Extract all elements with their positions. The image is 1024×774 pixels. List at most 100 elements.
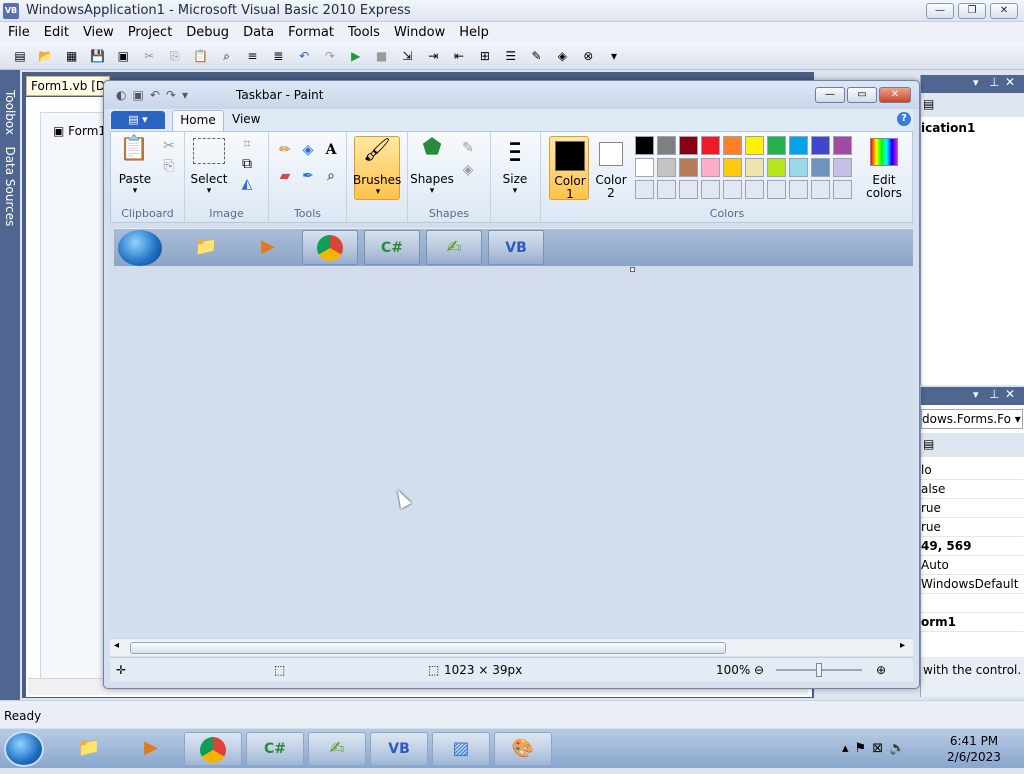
vs-close-button[interactable]: ✕ — [990, 3, 1018, 19]
cut-icon[interactable]: ✂ — [159, 136, 179, 156]
taskbar-paint-icon[interactable]: 🎨 — [494, 732, 552, 766]
pencil-icon[interactable]: ✏ — [275, 140, 295, 160]
action-center-icon[interactable]: ⚑ — [855, 741, 873, 756]
vs-minimize-button[interactable]: — — [926, 3, 954, 19]
brushes-button[interactable]: 🖌 Brushes ▾ — [353, 136, 401, 200]
start-button[interactable] — [4, 731, 44, 767]
find-icon[interactable]: ⌕ — [219, 48, 235, 64]
color-swatch[interactable] — [745, 136, 764, 155]
scroll-thumb[interactable] — [130, 642, 726, 654]
chevron-down-icon[interactable]: ▾ — [495, 186, 535, 196]
paint-close-button[interactable]: ✕ — [879, 87, 911, 103]
property-row[interactable]: orm1 — [921, 613, 1023, 632]
paste-button[interactable]: Paste — [115, 172, 155, 186]
canvas-horizontal-scrollbar[interactable]: ◂ ▸ — [110, 638, 913, 656]
eraser-icon[interactable]: ▰ — [275, 166, 295, 186]
color-swatch[interactable] — [701, 180, 720, 199]
uncomment-icon[interactable]: ≣ — [270, 48, 286, 64]
system-clock[interactable]: 6:41 PM 2/6/2023 — [930, 733, 1018, 765]
color-swatch[interactable] — [723, 180, 742, 199]
color-swatch[interactable] — [767, 136, 786, 155]
color-swatch[interactable] — [723, 158, 742, 177]
canvas-image-taskbar[interactable]: 📁 ▶ C# ✍ VB — [114, 228, 913, 266]
property-row[interactable]: Auto — [921, 556, 1023, 575]
taskbar-explorer-icon[interactable]: 📁 — [60, 732, 118, 766]
tab-form1-design[interactable]: Form1.vb [De — [26, 76, 110, 96]
error-list-icon[interactable]: ⊗ — [580, 48, 596, 64]
solution-project-node[interactable]: ication1 — [921, 121, 975, 135]
vs-restore-button[interactable]: ❐ — [958, 3, 986, 19]
shape-fill-icon[interactable]: ◈ — [458, 160, 478, 180]
edit-colors-button[interactable]: Edit colors — [861, 136, 907, 200]
zoom-out-icon[interactable]: ⊖ — [754, 663, 764, 677]
customize-qat-icon[interactable]: ▾ — [182, 88, 194, 102]
step-over-icon[interactable]: ⇥ — [425, 48, 441, 64]
color-swatch[interactable] — [745, 158, 764, 177]
chevron-down-icon[interactable]: ▾ — [115, 186, 155, 196]
copy-icon[interactable]: ⎘ — [167, 48, 183, 64]
tab-view[interactable]: View — [232, 112, 260, 126]
size-icon[interactable]: ━ ━ ━ — [499, 136, 531, 168]
select-button[interactable]: Select — [189, 172, 229, 186]
color-swatch[interactable] — [811, 158, 830, 177]
scroll-right-icon[interactable]: ▸ — [900, 640, 905, 651]
taskbar-chrome-icon[interactable] — [184, 732, 242, 766]
color-swatch[interactable] — [679, 180, 698, 199]
properties-icon[interactable]: ☰ — [503, 48, 519, 64]
paint-menu-button[interactable]: ▤ ▾ — [111, 111, 165, 129]
fill-icon[interactable]: ◈ — [298, 140, 318, 160]
toolbar-options-icon[interactable]: ▾ — [606, 48, 622, 64]
select-icon[interactable] — [193, 138, 225, 164]
color-swatch[interactable] — [657, 136, 676, 155]
paint-minimize-button[interactable]: — — [815, 87, 845, 103]
start-debugging-icon[interactable]: ▶ — [348, 48, 364, 64]
property-row[interactable]: rue — [921, 499, 1023, 518]
tab-home[interactable]: Home — [172, 110, 224, 131]
form1-designer[interactable]: ▣ Form1 — [40, 112, 112, 684]
taskbar-media-player-icon[interactable]: ▶ — [122, 732, 180, 766]
stop-debugging-icon[interactable]: ■ — [374, 48, 390, 64]
taskbar-csharp-icon[interactable]: C# — [246, 732, 304, 766]
paint-maximize-button[interactable]: ▭ — [847, 87, 877, 103]
color-swatch[interactable] — [789, 180, 808, 199]
object-selector-combo[interactable]: dows.Forms.Fo ▾ — [921, 409, 1023, 429]
text-icon[interactable]: A — [321, 140, 341, 160]
color-picker-icon[interactable]: ✒ — [298, 166, 318, 186]
redo-icon[interactable]: ↷ — [166, 88, 182, 102]
network-icon[interactable]: ⊠ — [872, 741, 889, 756]
cut-icon[interactable]: ✂ — [141, 48, 157, 64]
menu-file[interactable]: File — [0, 22, 36, 40]
object-browser-icon[interactable]: ◈ — [554, 48, 570, 64]
chevron-down-icon[interactable]: ▾ — [189, 186, 229, 196]
undo-icon[interactable]: ↶ — [150, 88, 166, 102]
menu-debug[interactable]: Debug — [178, 22, 235, 40]
menu-window[interactable]: Window — [386, 22, 451, 40]
property-row[interactable]: alse — [921, 480, 1023, 499]
color-swatch[interactable] — [789, 136, 808, 155]
color-swatch[interactable] — [811, 136, 830, 155]
menu-format[interactable]: Format — [280, 22, 340, 40]
taskbar-notepad-icon[interactable]: ✍ — [308, 732, 366, 766]
close-icon[interactable]: ✕ — [1005, 387, 1015, 401]
color2-button[interactable]: Color 2 — [591, 136, 631, 200]
color-swatch[interactable] — [833, 136, 852, 155]
step-out-icon[interactable]: ⇤ — [451, 48, 467, 64]
color-swatch[interactable] — [745, 180, 764, 199]
rotate-icon[interactable]: ◭ — [237, 174, 257, 194]
color-swatch[interactable] — [701, 158, 720, 177]
color-swatch[interactable] — [723, 136, 742, 155]
dropdown-icon[interactable]: ▾ — [973, 76, 979, 89]
paste-icon[interactable]: 📋 — [119, 136, 149, 166]
comment-icon[interactable]: ≡ — [244, 48, 260, 64]
add-item-icon[interactable]: ▦ — [64, 48, 80, 64]
color-swatch[interactable] — [635, 180, 654, 199]
paste-icon[interactable]: 📋 — [193, 48, 209, 64]
color-swatch[interactable] — [767, 158, 786, 177]
color-swatch[interactable] — [635, 136, 654, 155]
color-swatch[interactable] — [789, 158, 808, 177]
color-swatch[interactable] — [701, 136, 720, 155]
color-swatch[interactable] — [679, 158, 698, 177]
zoom-slider-thumb[interactable] — [816, 663, 822, 677]
color-swatch[interactable] — [635, 158, 654, 177]
copy-icon[interactable]: ⎘ — [159, 156, 179, 176]
